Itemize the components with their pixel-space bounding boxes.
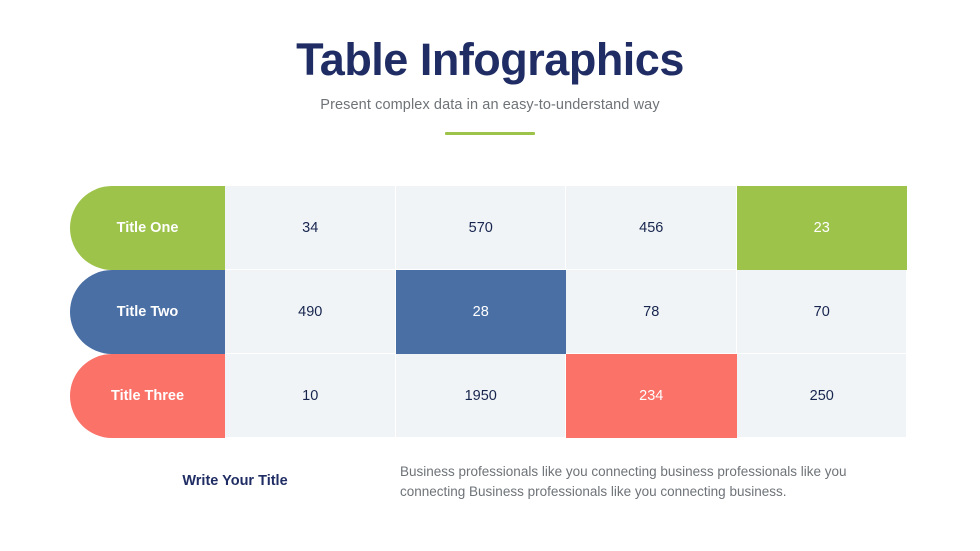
table-cell[interactable]: 570 (395, 186, 566, 270)
table-cell-highlighted[interactable]: 28 (395, 270, 566, 354)
table-cell[interactable]: 10 (225, 354, 396, 438)
row-values: 10 1950 234 250 (225, 354, 907, 438)
footer-note: Write Your Title Business professionals … (70, 462, 910, 501)
row-label-text: Title One (116, 220, 179, 236)
table-row: Title Three 10 1950 234 250 (70, 354, 907, 438)
row-label-cell[interactable]: Title One (70, 186, 225, 270)
page-title: Table Infographics (296, 34, 684, 85)
row-label-cell[interactable]: Title Two (70, 270, 225, 354)
table-cell[interactable]: 70 (736, 270, 907, 354)
table-cell-highlighted[interactable]: 23 (736, 186, 907, 270)
table-cell-highlighted[interactable]: 234 (566, 354, 737, 438)
row-label-cell[interactable]: Title Three (70, 354, 225, 438)
row-label-text: Title Three (110, 388, 185, 404)
header: Table Infographics Present complex data … (0, 0, 980, 136)
infographic-table: Title One 34 570 456 23 Title Two 490 28… (70, 186, 907, 438)
footer-body: Business professionals like you connecti… (400, 464, 847, 499)
page-subtitle: Present complex data in an easy-to-under… (320, 97, 660, 114)
row-label-text: Title Two (116, 304, 179, 320)
table-cell[interactable]: 1950 (395, 354, 566, 438)
row-values: 34 570 456 23 (225, 186, 907, 270)
row-values: 490 28 78 70 (225, 270, 907, 354)
footer-title: Write Your Title (182, 473, 288, 489)
table-row: Title Two 490 28 78 70 (70, 270, 907, 354)
table-row: Title One 34 570 456 23 (70, 186, 907, 270)
table-cell[interactable]: 34 (225, 186, 396, 270)
table-cell[interactable]: 490 (225, 270, 396, 354)
table-cell[interactable]: 78 (566, 270, 737, 354)
table-cell[interactable]: 250 (736, 354, 907, 438)
table-cell[interactable]: 456 (566, 186, 737, 270)
accent-rule (445, 132, 535, 136)
